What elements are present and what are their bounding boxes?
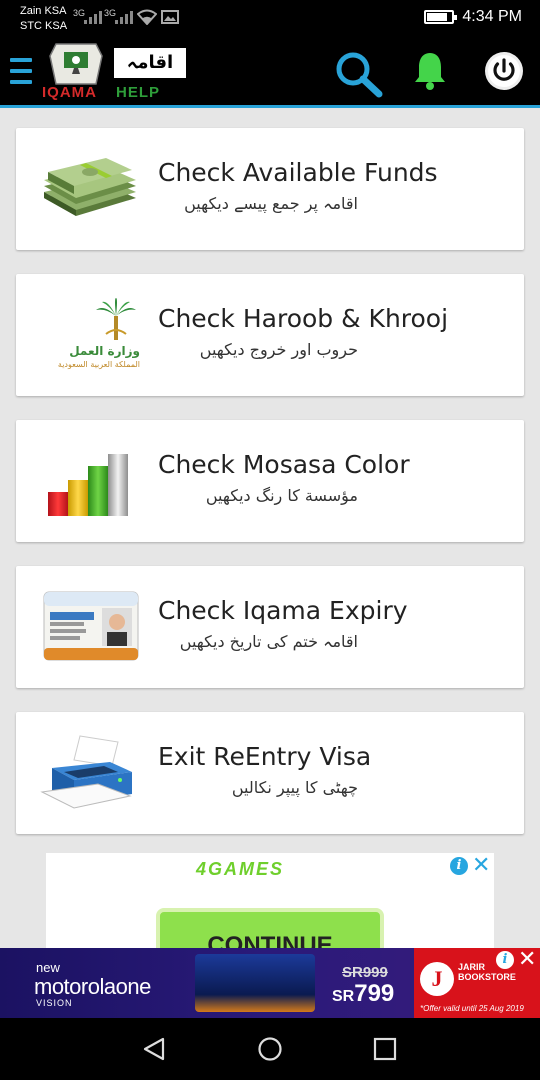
color-bars-icon <box>48 454 128 516</box>
bell-icon[interactable] <box>410 50 450 92</box>
palm-tree-icon <box>96 298 136 340</box>
ministry-name-text: وزارة العمل <box>69 344 140 358</box>
ad-banner-motorola[interactable]: new motorolaone VISION SR999 SR799 J JAR… <box>0 948 540 1018</box>
card-title: Check Mosasa Color <box>158 450 410 479</box>
ad-close-icon[interactable]: ✕ <box>472 855 490 877</box>
ad-info-icon[interactable]: i <box>496 951 514 969</box>
emblem-icon <box>49 43 103 85</box>
card-subtitle: اقامہ ختم کی تاریخ دیکھیں <box>179 632 358 651</box>
ministry-labor-logo: وزارة العمل المملكة العربية السعودية <box>40 294 140 374</box>
logo-urdu-text: اقامہ ہیلپ <box>114 48 186 103</box>
status-right: 4:34 PM <box>424 8 522 26</box>
signal-icon-1 <box>84 10 102 24</box>
ad-currency: SR <box>332 988 355 1005</box>
wifi-icon <box>137 9 157 25</box>
card-check-mosasa-color[interactable]: Check Mosasa Color مؤسسة کا رنگ دیکھیں <box>16 420 524 542</box>
ad-new-label: new <box>36 960 60 975</box>
ad-brand-text: motorolaone <box>34 974 151 999</box>
ad-old-price: SR999 <box>342 964 388 981</box>
battery-icon <box>424 10 458 24</box>
ad-offer-text: *Offer valid until 25 Aug 2019 <box>420 1004 524 1013</box>
ad-continue-button[interactable]: CONTINUE <box>156 908 384 948</box>
printer-icon <box>40 735 132 809</box>
ad-phone-image <box>195 954 315 1012</box>
battery-level <box>427 13 448 21</box>
app-bar: اقامہ ہیلپ IQAMA HELP <box>0 38 540 108</box>
clock: 4:34 PM <box>462 8 522 25</box>
card-check-available-funds[interactable]: Check Available Funds اقامہ پر جمع پیسے … <box>16 128 524 250</box>
carrier-info: Zain KSA STC KSA <box>20 4 67 34</box>
card-subtitle: حروب اور خروج دیکھیں <box>199 340 358 359</box>
id-card-icon <box>43 591 139 661</box>
card-title: Check Iqama Expiry <box>158 596 408 625</box>
ministry-country-text: المملكة العربية السعودية <box>57 360 140 369</box>
search-icon[interactable] <box>334 50 384 98</box>
ad-info-icon[interactable]: i <box>450 857 468 875</box>
recents-icon[interactable] <box>372 1036 398 1062</box>
carrier-1: Zain KSA <box>20 5 67 17</box>
status-bar: Zain KSA STC KSA 3G 3G 4:34 PM <box>0 0 540 38</box>
card-title: Check Available Funds <box>158 158 438 187</box>
ad-close-icon[interactable]: ✕ <box>518 949 536 971</box>
card-subtitle: اقامہ پر جمع پیسے دیکھیں <box>184 194 358 213</box>
card-subtitle: چھٹی کا پیپر نکالیں <box>231 778 358 797</box>
ad-model-text: VISION <box>36 998 73 1008</box>
gallery-icon <box>161 10 179 24</box>
signal-icon-2 <box>115 10 133 24</box>
card-check-haroob-khrooj[interactable]: وزارة العمل المملكة العربية السعودية Che… <box>16 274 524 396</box>
ad-price-value: 799 <box>354 980 395 1007</box>
app-logo: اقامہ ہیلپ IQAMA HELP <box>40 40 190 104</box>
card-title: Check Haroob & Khrooj <box>158 304 449 333</box>
back-icon[interactable] <box>141 1036 167 1062</box>
card-check-iqama-expiry[interactable]: Check Iqama Expiry اقامہ ختم کی تاریخ دی… <box>16 566 524 688</box>
home-icon[interactable] <box>257 1036 283 1062</box>
card-subtitle: مؤسسة کا رنگ دیکھیں <box>205 486 358 505</box>
carrier-2: STC KSA <box>20 20 68 32</box>
power-icon[interactable] <box>484 51 524 91</box>
ad-banner-games[interactable]: 4GAMES CONTINUE i ✕ <box>46 853 494 948</box>
card-exit-reentry-visa[interactable]: Exit ReEntry Visa چھٹی کا پیپر نکالیں <box>16 712 524 834</box>
card-title: Exit ReEntry Visa <box>158 742 372 771</box>
ad-new-price: SR799 <box>332 980 394 1008</box>
money-stack-icon <box>44 158 136 216</box>
ad-store-logo: J <box>420 962 454 996</box>
menu-icon[interactable] <box>10 58 32 84</box>
logo-word-iqama: IQAMA <box>42 84 97 101</box>
logo-word-help: HELP <box>116 84 161 101</box>
system-nav-bar <box>0 1018 540 1080</box>
ad-brand-text: 4GAMES <box>196 859 285 879</box>
